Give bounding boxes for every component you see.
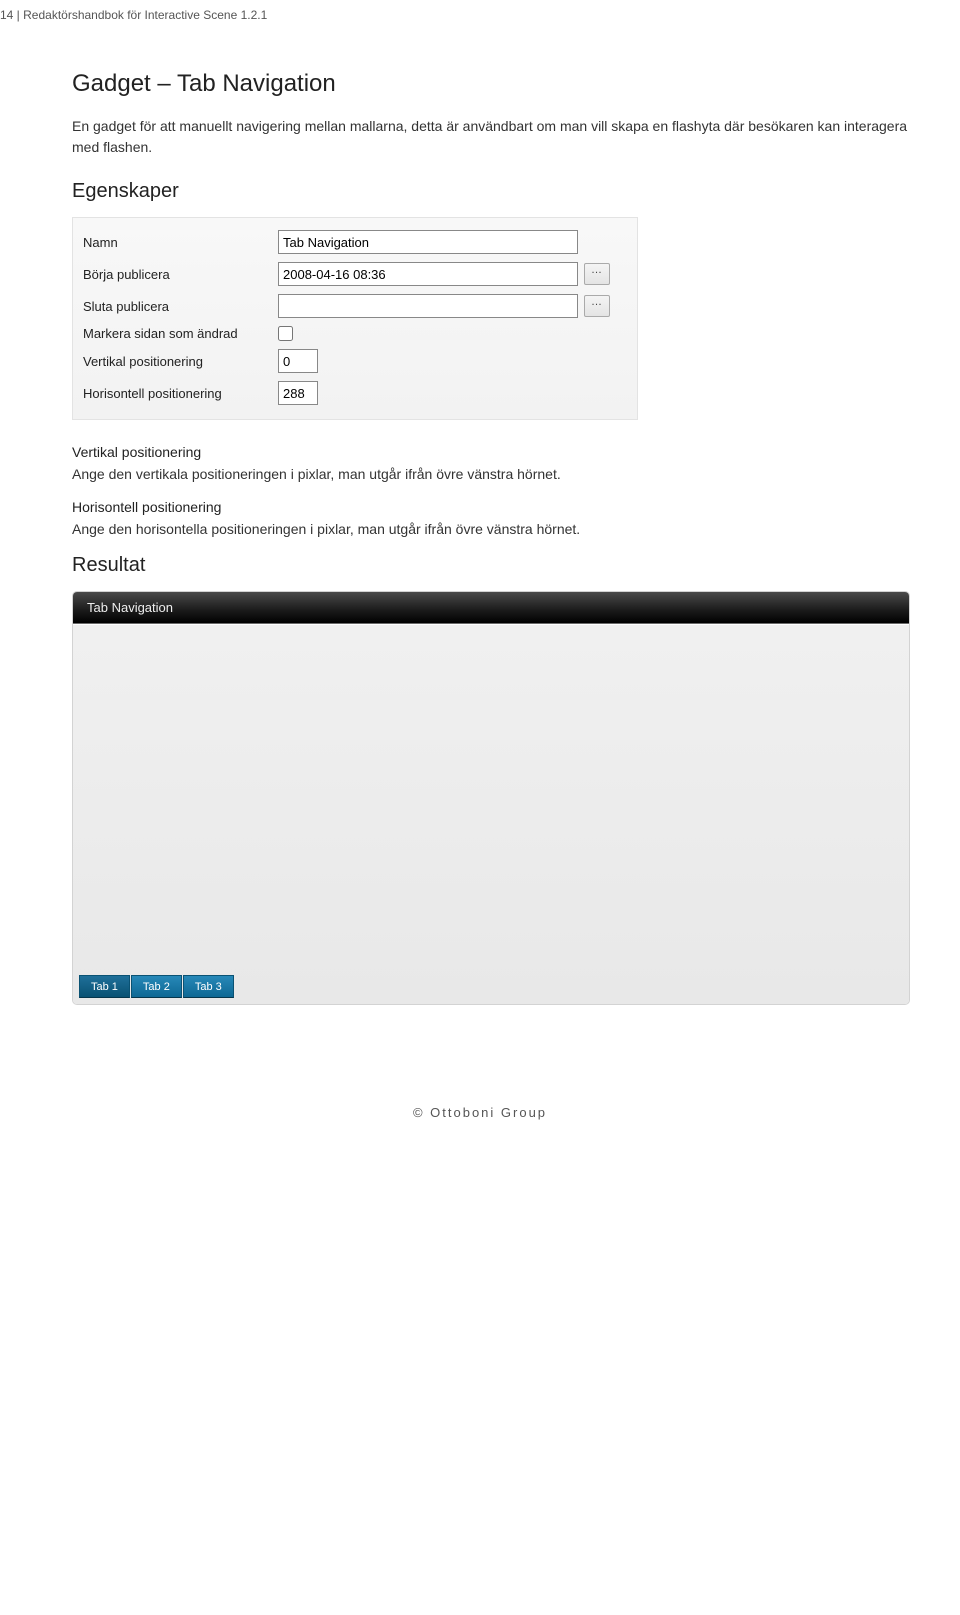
section-title: Gadget – Tab Navigation <box>72 70 912 98</box>
label-borja: Börja publicera <box>83 267 278 282</box>
tab-2[interactable]: Tab 2 <box>131 975 182 998</box>
row-namn: Namn <box>83 226 627 258</box>
input-sluta[interactable] <box>278 294 578 318</box>
result-tabs: Tab 1 Tab 2 Tab 3 <box>79 975 234 998</box>
egenskaper-title: Egenskaper <box>72 180 912 203</box>
row-markera: Markera sidan som ändrad <box>83 322 627 345</box>
desc-vertikal-text: Ange den vertikala positioneringen i pix… <box>72 464 912 485</box>
section-intro: En gadget för att manuellt navigering me… <box>72 116 912 158</box>
desc-vertikal-head: Vertikal positionering <box>72 444 912 460</box>
label-vertikal: Vertikal positionering <box>83 354 278 369</box>
result-panel: Tab Navigation Tab 1 Tab 2 Tab 3 <box>72 591 910 1005</box>
tab-3[interactable]: Tab 3 <box>183 975 234 998</box>
label-horisontell: Horisontell positionering <box>83 386 278 401</box>
label-markera: Markera sidan som ändrad <box>83 326 278 341</box>
input-borja[interactable] <box>278 262 578 286</box>
row-borja: Börja publicera … <box>83 258 627 290</box>
label-namn: Namn <box>83 235 278 250</box>
page-header: 14 | Redaktörshandbok för Interactive Sc… <box>0 0 960 22</box>
tab-1[interactable]: Tab 1 <box>79 975 130 998</box>
datepicker-borja-button[interactable]: … <box>584 263 610 285</box>
result-header: Tab Navigation <box>73 592 909 624</box>
footer: © Ottoboni Group <box>0 1065 960 1140</box>
resultat-title: Resultat <box>72 554 912 577</box>
properties-form: Namn Börja publicera … Sluta publicera …… <box>72 217 638 420</box>
desc-horisontell: Horisontell positionering Ange den horis… <box>72 499 912 540</box>
desc-horisontell-text: Ange den horisontella positioneringen i … <box>72 519 912 540</box>
label-sluta: Sluta publicera <box>83 299 278 314</box>
result-body: Tab 1 Tab 2 Tab 3 <box>73 624 909 1004</box>
input-horisontell[interactable] <box>278 381 318 405</box>
checkbox-markera[interactable] <box>278 326 293 341</box>
row-horisontell: Horisontell positionering <box>83 377 627 409</box>
desc-vertikal: Vertikal positionering Ange den vertikal… <box>72 444 912 485</box>
input-vertikal[interactable] <box>278 349 318 373</box>
row-vertikal: Vertikal positionering <box>83 345 627 377</box>
content: Gadget – Tab Navigation En gadget för at… <box>0 22 960 1005</box>
datepicker-sluta-button[interactable]: … <box>584 295 610 317</box>
row-sluta: Sluta publicera … <box>83 290 627 322</box>
desc-horisontell-head: Horisontell positionering <box>72 499 912 515</box>
input-namn[interactable] <box>278 230 578 254</box>
